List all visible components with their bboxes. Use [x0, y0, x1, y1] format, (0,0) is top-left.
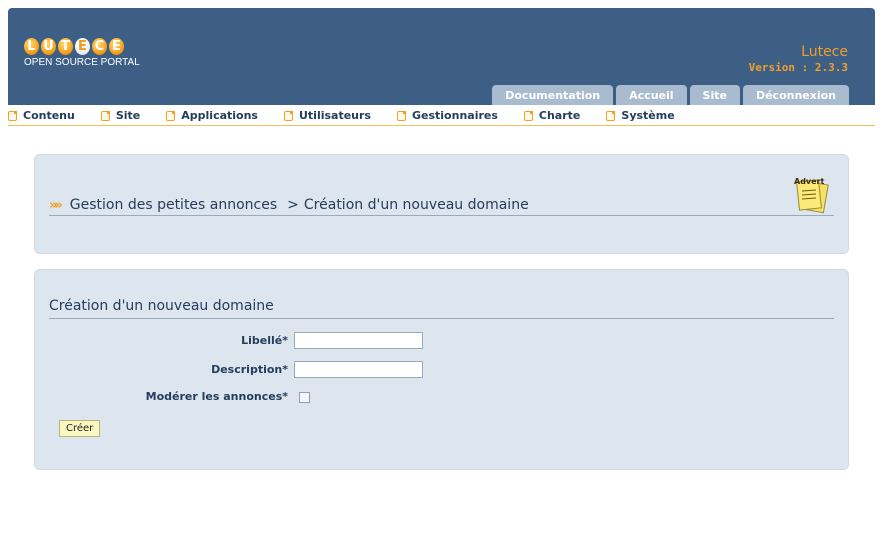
menu-item-label: Charte: [538, 109, 581, 122]
document-icon: [100, 110, 110, 121]
document-icon: [396, 110, 406, 121]
label-field-label: Libellé*: [241, 334, 288, 347]
breadcrumb-panel: »» Gestion des petites annonces > Créati…: [34, 154, 849, 254]
create-domain-panel: Création d'un nouveau domaine Libellé* D…: [34, 269, 849, 470]
breadcrumb-separator: >: [287, 197, 299, 213]
lutece-logo[interactable]: L U T E C E OPEN SOURCE PORTAL: [24, 38, 140, 68]
brand-name: Lutece: [801, 44, 848, 60]
logo-letter: E: [109, 38, 124, 55]
menu-item-site[interactable]: Site: [100, 109, 141, 122]
document-icon: [283, 110, 293, 121]
app-header: L U T E C E OPEN SOURCE PORTAL Lutece Ve…: [8, 8, 875, 105]
menu-item-label: Contenu: [23, 109, 75, 122]
tab-site[interactable]: Site: [689, 85, 740, 105]
logo-subtitle: OPEN SOURCE PORTAL: [24, 57, 140, 68]
version-label: Version : 2.3.3: [748, 61, 848, 74]
top-tabs: Documentation Accueil Site Déconnexion: [492, 85, 849, 105]
tab-documentation[interactable]: Documentation: [492, 85, 614, 105]
moderate-checkbox[interactable]: [299, 392, 310, 403]
menu-item-label: Système: [621, 109, 675, 122]
menu-item-label: Gestionnaires: [411, 109, 498, 122]
create-button[interactable]: Créer: [59, 420, 101, 437]
brand-block: Lutece Version : 2.3.3: [749, 44, 848, 74]
moderate-field-label: Modérer les annonces*: [145, 389, 288, 403]
menu-item-gestionnaires[interactable]: Gestionnaires: [396, 109, 498, 122]
tab-deconnexion[interactable]: Déconnexion: [742, 85, 849, 105]
logo-letter: E: [75, 38, 90, 55]
document-icon: [166, 110, 176, 121]
double-chevron-icon: »»: [49, 197, 63, 213]
document-icon: [523, 110, 533, 121]
document-icon: [8, 110, 17, 121]
menu-item-applications[interactable]: Applications: [166, 109, 258, 122]
advert-icon: Advert: [790, 173, 832, 215]
logo-letter: U: [41, 38, 56, 55]
logo-letters: L U T E C E: [24, 38, 140, 55]
label-input[interactable]: [294, 332, 423, 349]
menu-item-systeme[interactable]: Système: [606, 109, 675, 122]
logo-letter: T: [58, 38, 73, 55]
menu-item-charte[interactable]: Charte: [523, 109, 581, 122]
menu-item-contenu[interactable]: Contenu: [8, 109, 75, 122]
main-menu: Contenu Site Applications Utilisateurs G…: [8, 106, 875, 126]
description-input[interactable]: [294, 361, 423, 378]
menu-item-utilisateurs[interactable]: Utilisateurs: [283, 109, 371, 122]
menu-item-label: Applications: [181, 109, 258, 122]
logo-letter: L: [24, 38, 39, 55]
menu-item-label: Utilisateurs: [298, 109, 371, 122]
label-row: Libellé*: [35, 332, 423, 349]
breadcrumb-root[interactable]: Gestion des petites annonces: [70, 197, 277, 213]
breadcrumb-current: Création d'un nouveau domaine: [303, 197, 529, 213]
tab-accueil[interactable]: Accueil: [616, 85, 687, 105]
logo-letter: C: [92, 38, 107, 55]
section-title: Création d'un nouveau domaine: [49, 298, 834, 319]
moderate-row: Modérer les annonces*: [35, 389, 310, 403]
advert-text: Advert: [794, 177, 825, 186]
breadcrumb: »» Gestion des petites annonces > Créati…: [49, 195, 834, 216]
menu-item-label: Site: [115, 109, 141, 122]
description-field-label: Description*: [211, 363, 288, 376]
document-icon: [606, 110, 616, 121]
description-row: Description*: [35, 361, 423, 378]
